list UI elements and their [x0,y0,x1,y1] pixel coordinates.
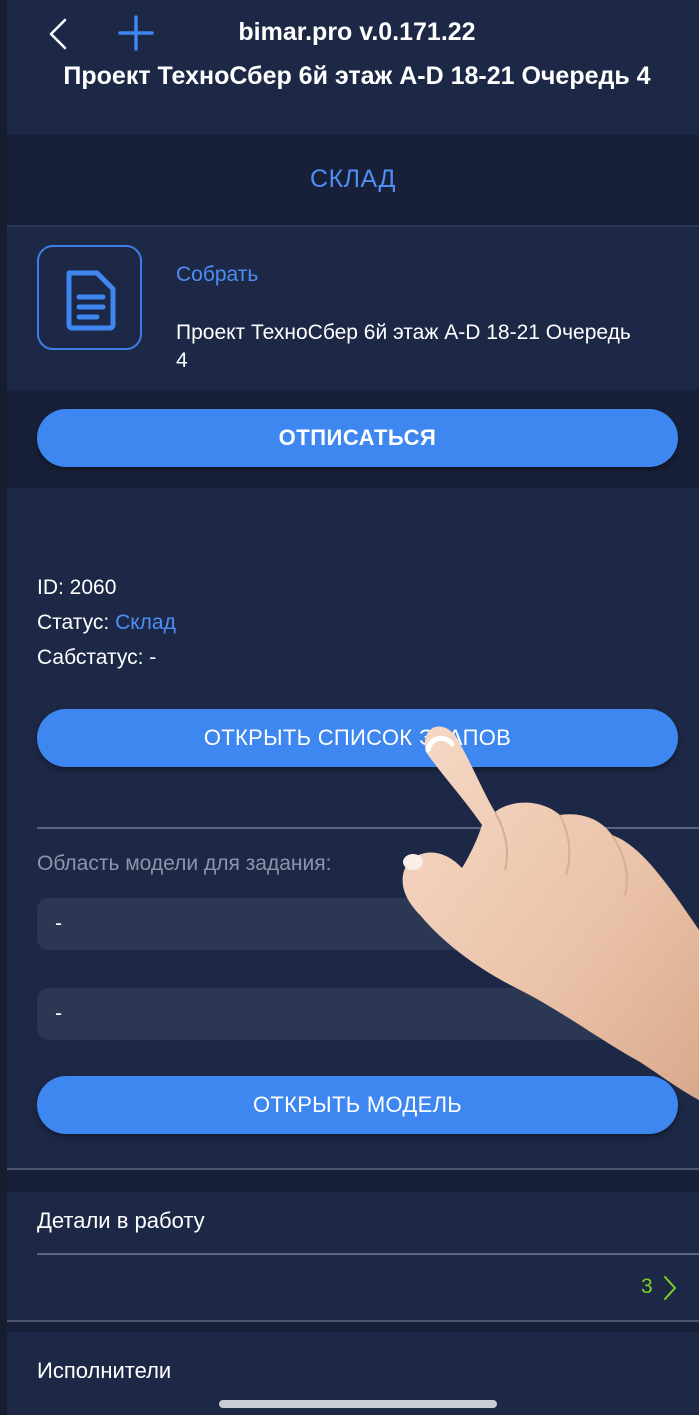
section-title[interactable]: СКЛАД [7,165,699,194]
add-button[interactable] [117,14,155,52]
header: bimar.pro v.0.171.22 Проект ТехноСбер 6й… [7,0,699,135]
task-action: Собрать [176,263,259,286]
plus-icon [118,15,154,51]
document-icon [66,270,116,331]
home-indicator[interactable] [219,1400,497,1408]
task-card[interactable]: Собрать Проект ТехноСбер 6й этаж A-D 18-… [7,227,699,390]
divider [37,1253,699,1255]
id-value: 2060 [69,576,117,599]
status-label: Статус: [37,611,116,634]
substatus-value: - [149,646,157,669]
details-title: Детали в работу [37,1208,205,1233]
status-value: Склад [115,611,176,634]
back-button[interactable] [45,16,75,52]
field-value: - [55,1002,62,1025]
screen-edge [0,0,7,1415]
model-area-label: Область модели для задания: [37,852,332,875]
section-bar: СКЛАД [7,135,699,227]
open-stages-button[interactable]: ОТКРЫТЬ СПИСОК ЭТАПОВ [37,709,678,767]
chevron-right-icon[interactable] [662,1274,678,1302]
divider [37,827,699,829]
page-title: Проект ТехноСбер 6й этаж A-D 18-21 Очере… [63,62,651,90]
document-tile [37,245,142,350]
open-model-button[interactable]: ОТКРЫТЬ МОДЕЛЬ [37,1076,678,1134]
chevron-left-icon [49,18,67,50]
task-substatus: Сабстатус: - [37,646,156,670]
field-value: - [55,912,62,935]
task-id: ID: 2060 [37,576,116,600]
executors-title: Исполнители [37,1358,172,1383]
substatus-label: Сабстатус: [37,646,150,669]
task-description: Проект ТехноСбер 6й этаж A-D 18-21 Очере… [176,321,631,372]
model-area-field-1[interactable]: - [37,898,678,950]
list-separator [7,1322,699,1332]
app-title: bimar.pro v.0.171.22 [238,18,476,46]
app-screen: bimar.pro v.0.171.22 Проект ТехноСбер 6й… [7,0,699,1415]
id-label: ID: [37,576,70,599]
task-status: Статус: Склад [37,611,176,635]
unsubscribe-button[interactable]: ОТПИСАТЬСЯ [37,409,678,467]
model-area-field-2[interactable]: - [37,988,678,1040]
list-separator [7,1170,699,1192]
details-count[interactable]: 3 [641,1275,653,1299]
